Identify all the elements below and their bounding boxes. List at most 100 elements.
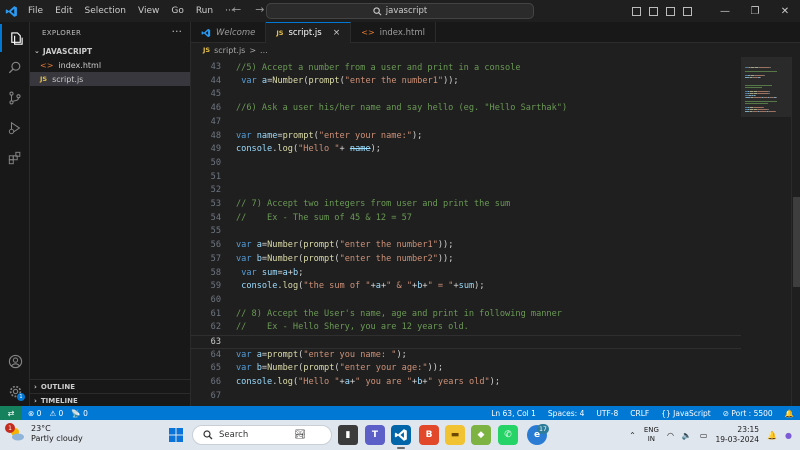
code-line[interactable]: 43: [191, 61, 741, 75]
code-line[interactable]: 45: [191, 88, 741, 102]
code-line[interactable]: 61 // 8) Accept the User's name, age and …: [191, 308, 741, 322]
forward-arrow-icon[interactable]: →: [255, 3, 264, 16]
vscode-running-indicator: [397, 447, 405, 449]
customize-layout-icon[interactable]: [683, 6, 692, 16]
manage-gear-icon[interactable]: 1: [0, 377, 30, 405]
wifi-icon[interactable]: ◠: [667, 431, 674, 440]
code-line[interactable]: 54 // Ex - The sum of 45 & 12 = 57: [191, 212, 741, 226]
code-line[interactable]: 60: [191, 294, 741, 308]
file-explorer-icon[interactable]: ▬: [445, 425, 465, 445]
notifications-bell-icon[interactable]: 🔔: [785, 409, 794, 418]
menu-view[interactable]: View: [132, 0, 165, 22]
forwarded-ports[interactable]: 📡 0: [71, 409, 88, 418]
battery-icon[interactable]: ▭: [700, 431, 708, 440]
task-view-icon[interactable]: ▮: [338, 425, 358, 445]
code-line[interactable]: 58 var sum=a+b;: [191, 267, 741, 281]
volume-icon[interactable]: 🔈: [682, 431, 692, 440]
problems-warnings[interactable]: ⚠ 0: [49, 409, 63, 418]
code-line[interactable]: 65 var b=Number(prompt("enter your age:")…: [191, 362, 741, 376]
language-mode[interactable]: {} JavaScript: [661, 409, 711, 418]
scrollbar-thumb[interactable]: [793, 197, 800, 287]
editor-scrollbar[interactable]: [791, 57, 800, 406]
code-line[interactable]: 56 var a=Number(prompt("enter the number1…: [191, 239, 741, 253]
vscode-taskbar-icon[interactable]: [391, 425, 411, 445]
code-line[interactable]: 64 var a=prompt("enter you name: ");: [191, 349, 741, 363]
code-line[interactable]: 53 // 7) Accept two integers from user an…: [191, 198, 741, 212]
problems-errors[interactable]: ⊗ 0: [28, 409, 41, 418]
extensions-icon[interactable]: [0, 144, 30, 172]
code-editor[interactable]: //5) Accept a number from a user and pri…: [191, 57, 741, 406]
explorer-icon[interactable]: [0, 24, 30, 52]
code-line[interactable]: 48 var name=prompt("enter your name:");: [191, 130, 741, 144]
tab-script-js[interactable]: JS script.js ×: [266, 22, 352, 43]
menu-file[interactable]: File: [22, 0, 49, 22]
live-server-port[interactable]: ⊘ Port : 5500: [723, 409, 773, 418]
toggle-panel-icon[interactable]: [649, 6, 658, 16]
explorer-more-button[interactable]: ···: [172, 25, 183, 38]
vscode-window: File Edit Selection View Go Run ··· ← → …: [0, 0, 800, 450]
run-debug-icon[interactable]: [0, 114, 30, 142]
back-arrow-icon[interactable]: ←: [232, 3, 241, 16]
code-line[interactable]: 52: [191, 184, 741, 198]
code-line[interactable]: 63: [191, 335, 741, 349]
code-line[interactable]: 46 //6) Ask a user his/her name and say h…: [191, 102, 741, 116]
menu-go[interactable]: Go: [165, 0, 189, 22]
brave-browser-icon[interactable]: B: [419, 425, 439, 445]
copilot-icon[interactable]: ●: [785, 431, 792, 440]
code-line[interactable]: 50: [191, 157, 741, 171]
encoding[interactable]: UTF-8: [596, 409, 618, 418]
outline-section[interactable]: › OUTLINE: [30, 379, 190, 393]
code-line[interactable]: 55: [191, 225, 741, 239]
maximize-button[interactable]: ❐: [740, 6, 770, 17]
whatsapp-icon[interactable]: ✆: [498, 425, 518, 445]
toggle-secondary-sidebar-icon[interactable]: [666, 6, 675, 16]
tab-welcome[interactable]: Welcome: [191, 22, 267, 43]
taskbar-search[interactable]: Search 🏞: [192, 425, 332, 445]
code-line[interactable]: 49 console.log("Hello "+ name);: [191, 143, 741, 157]
file-index-html[interactable]: <> index.html: [30, 58, 190, 72]
command-center-search[interactable]: javascript: [266, 3, 534, 19]
cursor-position[interactable]: Ln 63, Col 1: [491, 409, 536, 418]
remote-indicator[interactable]: ⇄: [0, 406, 22, 420]
code-line[interactable]: 66 console.log("Hello "+a+" you are "+b+"…: [191, 376, 741, 390]
weather-widget[interactable]: 1 23°C Partly cloudy: [5, 423, 83, 444]
indentation[interactable]: Spaces: 4: [548, 409, 584, 418]
search-view-icon[interactable]: [0, 54, 30, 82]
close-button[interactable]: ✕: [770, 6, 800, 17]
accounts-icon[interactable]: [0, 347, 30, 375]
close-tab-icon[interactable]: ×: [333, 28, 341, 38]
app-icon[interactable]: ◆: [471, 425, 491, 445]
menu-run[interactable]: Run: [190, 0, 219, 22]
tab-label: script.js: [288, 28, 322, 38]
teams-icon[interactable]: T: [365, 425, 385, 445]
code-token: "enter your age:": [339, 363, 428, 374]
breadcrumb-symbols[interactable]: ...: [260, 46, 268, 55]
code-line[interactable]: 59 console.log("the sum of "+a+" & "+b+"…: [191, 280, 741, 294]
file-script-js[interactable]: JS script.js: [30, 72, 190, 86]
minimize-button[interactable]: —: [710, 6, 740, 17]
minimap[interactable]: [741, 57, 791, 406]
clock[interactable]: 23:15 19-03-2024: [715, 425, 759, 445]
code-line[interactable]: 44 var a=Number(prompt("enter the number…: [191, 75, 741, 89]
folder-javascript[interactable]: ⌄ JAVASCRIPT: [34, 44, 191, 58]
command-center-label: javascript: [385, 6, 428, 16]
line-ending[interactable]: CRLF: [630, 409, 649, 418]
code-line[interactable]: 57 var b=Number(prompt("enter the number2…: [191, 253, 741, 267]
start-windows-icon[interactable]: [166, 425, 186, 445]
tab-index-html[interactable]: <> index.html: [351, 22, 436, 43]
toggle-sidebar-icon[interactable]: [632, 6, 641, 16]
menu-selection[interactable]: Selection: [79, 0, 132, 22]
language-indicator[interactable]: ENG IN: [644, 426, 659, 444]
source-control-icon[interactable]: [0, 84, 30, 112]
timeline-section[interactable]: › TIMELINE: [30, 393, 190, 407]
menu-edit[interactable]: Edit: [49, 0, 78, 22]
code-line[interactable]: 51: [191, 171, 741, 185]
code-token: "enter the number1": [344, 75, 444, 86]
code-line[interactable]: 47: [191, 116, 741, 130]
breadcrumb-file[interactable]: script.js: [214, 46, 245, 55]
notification-bell-icon[interactable]: 🔔: [767, 431, 777, 440]
code-line[interactable]: 67: [191, 390, 741, 404]
show-hidden-icons-chevron-icon[interactable]: ⌃: [629, 431, 636, 440]
code-token: );: [474, 281, 485, 292]
code-line[interactable]: 62 // Ex - Hello Shery, you are 12 years …: [191, 321, 741, 335]
